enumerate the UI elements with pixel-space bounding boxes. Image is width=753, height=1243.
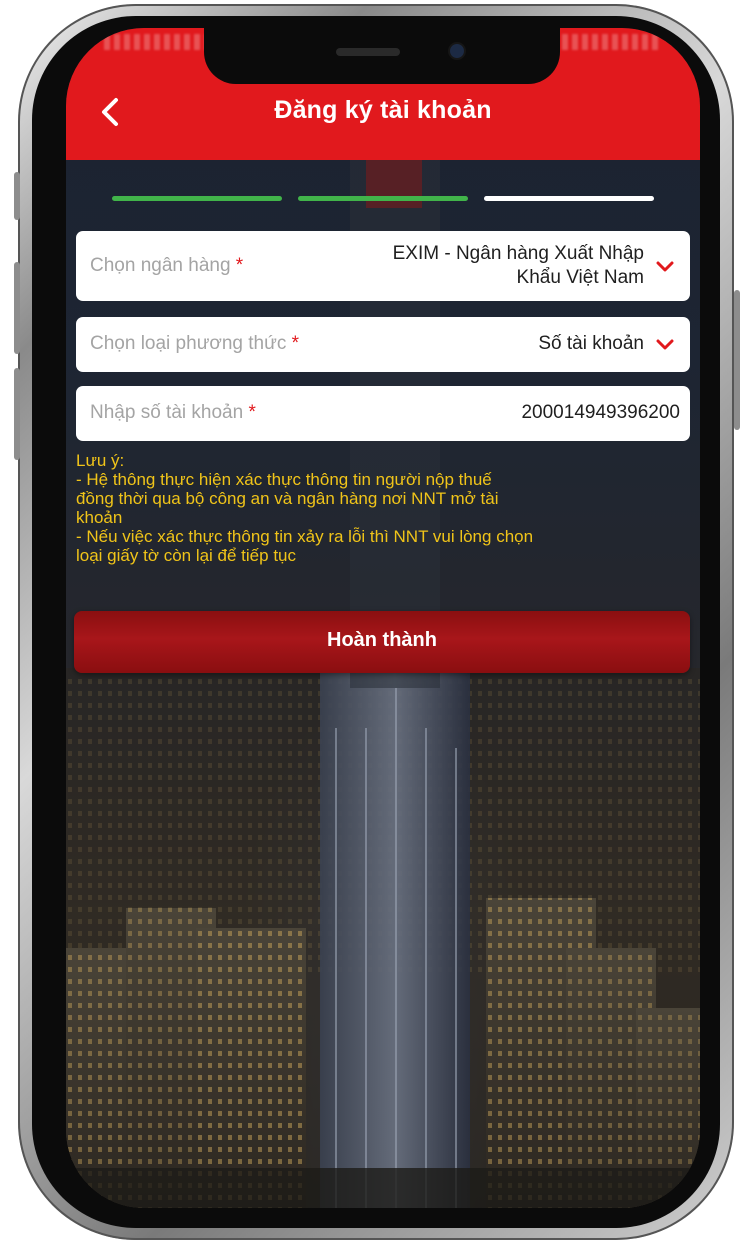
bank-select-value: EXIM - Ngân hàng Xuất Nhập Khẩu Việt Nam: [392, 243, 644, 288]
bank-select-label: Chọn ngân hàng *: [90, 255, 244, 276]
note-line: đồng thời qua bộ công an và ngân hàng nơ…: [76, 489, 499, 508]
progress-step-2: [298, 196, 468, 201]
method-select-label: Chọn loại phương thức *: [90, 333, 300, 354]
note-block: Lưu ý: - Hệ thông thực hiện xác thực thô…: [76, 451, 692, 565]
note-line: khoản: [76, 508, 123, 527]
note-line: - Hệ thông thực hiện xác thực thông tin …: [76, 470, 492, 489]
account-number-label: Nhập số tài khoản *: [90, 402, 256, 423]
volume-down-button: [14, 368, 20, 460]
page-title: Đăng ký tài khoản: [274, 96, 492, 124]
note-line: loại giấy tờ còn lại để tiếp tục: [76, 546, 296, 565]
chevron-down-icon: [656, 339, 674, 350]
chevron-down-icon: [656, 261, 674, 272]
complete-button[interactable]: Hoàn thành: [74, 611, 690, 673]
bank-select[interactable]: Chọn ngân hàng * EXIM - Ngân hàng Xuất N…: [76, 231, 690, 301]
front-camera: [450, 44, 464, 58]
mute-switch: [14, 172, 20, 220]
speaker-grille: [336, 48, 400, 56]
power-button: [734, 290, 740, 430]
note-title: Lưu ý:: [76, 451, 125, 470]
app-screen: Đăng ký tài khoản Chọn ngân hàng * EXIM …: [66, 28, 700, 1208]
method-select[interactable]: Chọn loại phương thức * Số tài khoản: [76, 317, 690, 372]
volume-up-button: [14, 262, 20, 354]
account-number-field[interactable]: Nhập số tài khoản * 200014949396200: [76, 386, 690, 441]
status-bar-indicators: [552, 34, 662, 50]
method-select-value: Số tài khoản: [538, 333, 644, 354]
progress-step-3: [484, 196, 654, 201]
note-line: - Nếu việc xác thực thông tin xảy ra lỗi…: [76, 527, 534, 546]
progress-step-1: [112, 196, 282, 201]
phone-notch: [204, 28, 560, 84]
account-number-value: 200014949396200: [521, 402, 680, 423]
status-bar-time: [104, 34, 214, 50]
